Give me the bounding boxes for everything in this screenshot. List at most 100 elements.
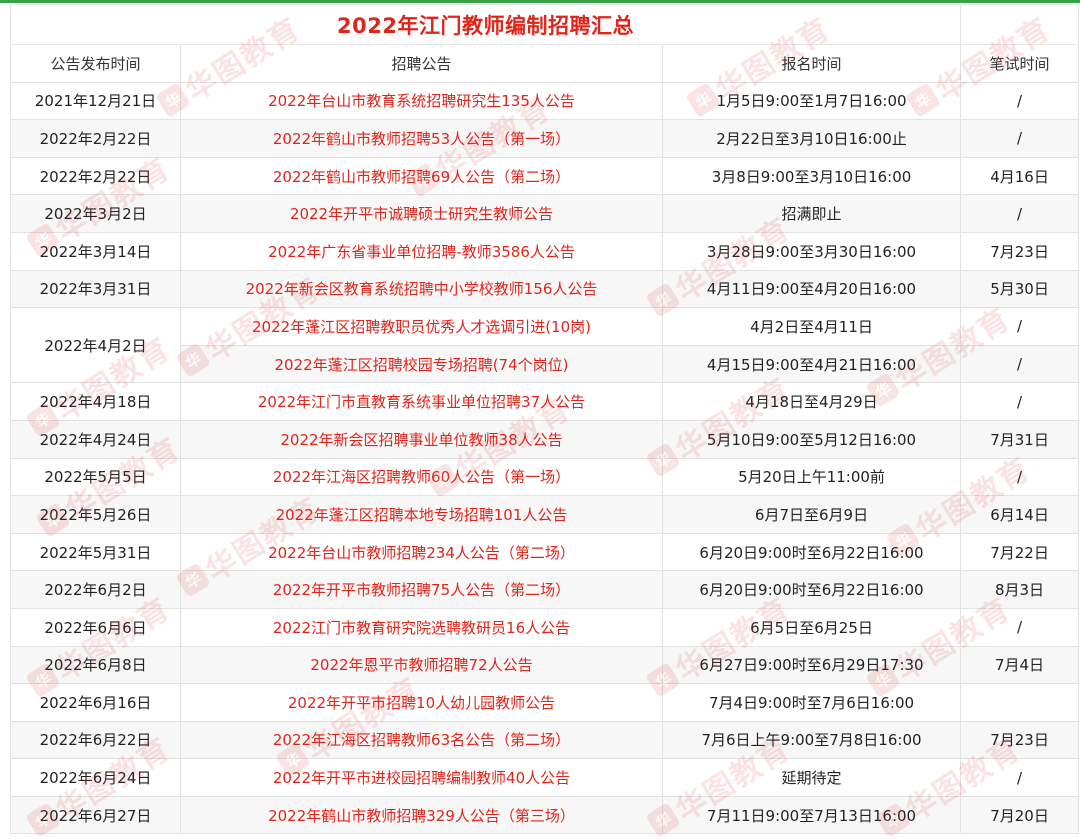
publish-date-cell: 2022年4月2日 [10,307,181,384]
exam-time-cell: / [960,344,1080,384]
header-exam: 笔试时间 [960,44,1080,83]
announcement-link[interactable]: 2022年台山市教育系统招聘研究生135人公告 [180,81,663,121]
table-body: 2022年江门教师编制招聘汇总 公告发布时间 招聘公告 报名时间 笔试时间 20… [9,4,1080,835]
table-title: 2022年江门教师编制招聘汇总 [9,4,962,45]
announcement-link[interactable]: 2022年蓬江区招聘本地专场招聘101人公告 [180,495,663,534]
announcement-link[interactable]: 2022年恩平市教师招聘72人公告 [180,645,663,685]
publish-date-cell: 2022年2月22日 [10,119,181,158]
announcement-link[interactable]: 2022年鹤山市教师招聘329人公告（第三场） [180,795,663,835]
header-date: 公告发布时间 [10,44,181,83]
registration-time-cell: 延期待定 [661,758,962,797]
registration-time-cell: 3月8日9:00至3月10日16:00 [661,156,962,196]
table-row: 2022年5月26日 2022年蓬江区招聘本地专场招聘101人公告 6月7日至6月9… [10,495,1080,534]
announcement-link[interactable]: 2022年江海区招聘教师63名公告（第二场） [180,720,663,760]
announcement-link[interactable]: 2022年鹤山市教师招聘69人公告（第二场） [180,156,663,196]
page-frame: 2022年江门教师编制招聘汇总 公告发布时间 招聘公告 报名时间 笔试时间 20… [0,0,1080,839]
table-row: 2022年4月18日 2022年江门市直教育系统事业单位招聘37人公告 4月18日至… [10,382,1080,421]
table-row: 2022年5月5日 2022年江海区招聘教师60人公告（第一场） 5月20日上午11… [10,457,1080,497]
announcement-link[interactable]: 2022年蓬江区招聘教职员优秀人才选调引进(10岗) [180,307,663,346]
table-row: 2022年5月31日 2022年台山市教师招聘234人公告（第二场） 6月20日9:… [10,532,1080,572]
announcement-link[interactable]: 2022年鹤山市教师招聘53人公告（第一场） [180,119,663,158]
exam-time-cell: / [960,758,1080,797]
announcement-link[interactable]: 2022江门市教育研究院选聘教研员16人公告 [180,607,663,647]
announcement-link[interactable]: 2022年广东省事业单位招聘-教师3586人公告 [180,231,663,271]
exam-time-cell: 7月4日 [960,645,1080,685]
registration-time-cell: 4月15日9:00至4月21日16:00 [661,344,962,384]
header-registration: 报名时间 [661,44,962,83]
exam-time-cell [960,683,1080,722]
registration-time-cell: 4月18日至4月29日 [661,382,962,421]
registration-time-cell: 招满即止 [661,194,962,233]
table-row: 2022年6月8日 2022年恩平市教师招聘72人公告 6月27日9:00时至6月2… [10,645,1080,685]
registration-time-cell: 6月20日9:00时至6月22日16:00 [661,532,962,572]
exam-time-cell: / [960,119,1080,158]
announcement-link[interactable]: 2022年开平市进校园招聘编制教师40人公告 [180,758,663,797]
announcement-link[interactable]: 2022年新会区招聘事业单位教师38人公告 [180,419,663,459]
table-row: 2022年2月22日 2022年鹤山市教师招聘69人公告（第二场） 3月8日9:00… [10,156,1080,196]
publish-date-cell: 2021年12月21日 [10,81,181,121]
exam-time-cell: 7月31日 [960,419,1080,459]
registration-time-cell: 6月27日9:00时至6月29日17:30 [661,645,962,685]
publish-date-cell: 2022年4月18日 [10,382,181,421]
publish-date-cell: 2022年3月31日 [10,269,181,309]
header-announcement: 招聘公告 [180,44,663,83]
exam-time-cell: 5月30日 [960,269,1080,309]
publish-date-cell: 2022年6月6日 [10,607,181,647]
exam-time-cell: 7月23日 [960,231,1080,271]
exam-time-cell: / [960,81,1080,121]
table-row: 2022年6月2日 2022年开平市教师招聘75人公告（第二场） 6月20日9:00… [10,570,1080,609]
publish-date-cell: 2022年6月22日 [10,720,181,760]
table-row: 2022年3月31日 2022年新会区教育系统招聘中小学校教师156人公告 4月11… [10,269,1080,309]
exam-time-cell: 4月16日 [960,156,1080,196]
announcement-link[interactable]: 2022年台山市教师招聘234人公告（第二场） [180,532,663,572]
publish-date-cell: 2022年6月2日 [10,570,181,609]
announcement-link[interactable]: 2022年开平市教师招聘75人公告（第二场） [180,570,663,609]
registration-time-cell: 1月5日9:00至1月7日16:00 [661,81,962,121]
exam-time-cell: 7月23日 [960,720,1080,760]
publish-date-cell: 2022年3月14日 [10,231,181,271]
exam-time-cell: / [960,607,1080,647]
announcement-link[interactable]: 2022年蓬江区招聘校园专场招聘(74个岗位) [180,344,663,384]
announcement-link[interactable]: 2022年新会区教育系统招聘中小学校教师156人公告 [180,269,663,309]
exam-time-cell: 8月3日 [960,570,1080,609]
registration-time-cell: 7月6日上午9:00至7月8日16:00 [661,720,962,760]
exam-time-cell: / [960,307,1080,346]
exam-time-cell: 7月22日 [960,532,1080,572]
exam-time-cell: / [960,382,1080,421]
registration-time-cell: 4月11日9:00至4月20日16:00 [661,269,962,309]
registration-time-cell: 5月10日9:00至5月12日16:00 [661,419,962,459]
recruitment-table: 2022年江门教师编制招聘汇总 公告发布时间 招聘公告 报名时间 笔试时间 20… [9,4,1080,835]
table-row: 2022年3月14日 2022年广东省事业单位招聘-教师3586人公告 3月28日9… [10,231,1080,271]
registration-time-cell: 7月4日9:00时至7月6日16:00 [661,683,962,722]
publish-date-cell: 2022年6月16日 [10,683,181,722]
announcement-link[interactable]: 2022年江海区招聘教师60人公告（第一场） [180,457,663,497]
table-row: 2022年6月27日 2022年鹤山市教师招聘329人公告（第三场） 7月11日9:… [10,795,1080,835]
announcement-link[interactable]: 2022年开平市招聘10人幼儿园教师公告 [180,683,663,722]
registration-time-cell: 4月2日至4月11日 [661,307,962,346]
exam-time-cell: / [960,194,1080,233]
registration-time-cell: 6月20日9:00时至6月22日16:00 [661,570,962,609]
table-row: 2022年4月24日 2022年新会区招聘事业单位教师38人公告 5月10日9:00… [10,419,1080,459]
exam-time-cell: / [960,457,1080,497]
table-row: 2022年6月16日 2022年开平市招聘10人幼儿园教师公告 7月4日9:00时至… [10,683,1080,722]
title-spacer-cell [960,4,1080,45]
registration-time-cell: 3月28日9:00至3月30日16:00 [661,231,962,271]
publish-date-cell: 2022年5月5日 [10,457,181,497]
registration-time-cell: 5月20日上午11:00前 [661,457,962,497]
publish-date-cell: 2022年6月24日 [10,758,181,797]
announcement-link[interactable]: 2022年开平市诚聘硕士研究生教师公告 [180,194,663,233]
publish-date-cell: 2022年5月26日 [10,495,181,534]
announcement-link[interactable]: 2022年江门市直教育系统事业单位招聘37人公告 [180,382,663,421]
registration-time-cell: 6月5日至6月25日 [661,607,962,647]
publish-date-cell: 2022年4月24日 [10,419,181,459]
table-row: 2022年6月22日 2022年江海区招聘教师63名公告（第二场） 7月6日上午9:… [10,720,1080,760]
registration-time-cell: 7月11日9:00至7月13日16:00 [661,795,962,835]
exam-time-cell: 6月14日 [960,495,1080,534]
table-row: 2022年6月24日 2022年开平市进校园招聘编制教师40人公告 延期待定 / [10,758,1080,797]
registration-time-cell: 2月22日至3月10日16:00止 [661,119,962,158]
publish-date-cell: 2022年2月22日 [10,156,181,196]
header-row: 公告发布时间 招聘公告 报名时间 笔试时间 [10,44,1080,83]
table-row: 2021年12月21日 2022年台山市教育系统招聘研究生135人公告 1月5日9:… [10,81,1080,121]
title-row: 2022年江门教师编制招聘汇总 [9,4,1080,45]
table-row: 2022年4月2日 2022年蓬江区招聘教职员优秀人才选调引进(10岗) 4月2日至… [10,307,1080,384]
